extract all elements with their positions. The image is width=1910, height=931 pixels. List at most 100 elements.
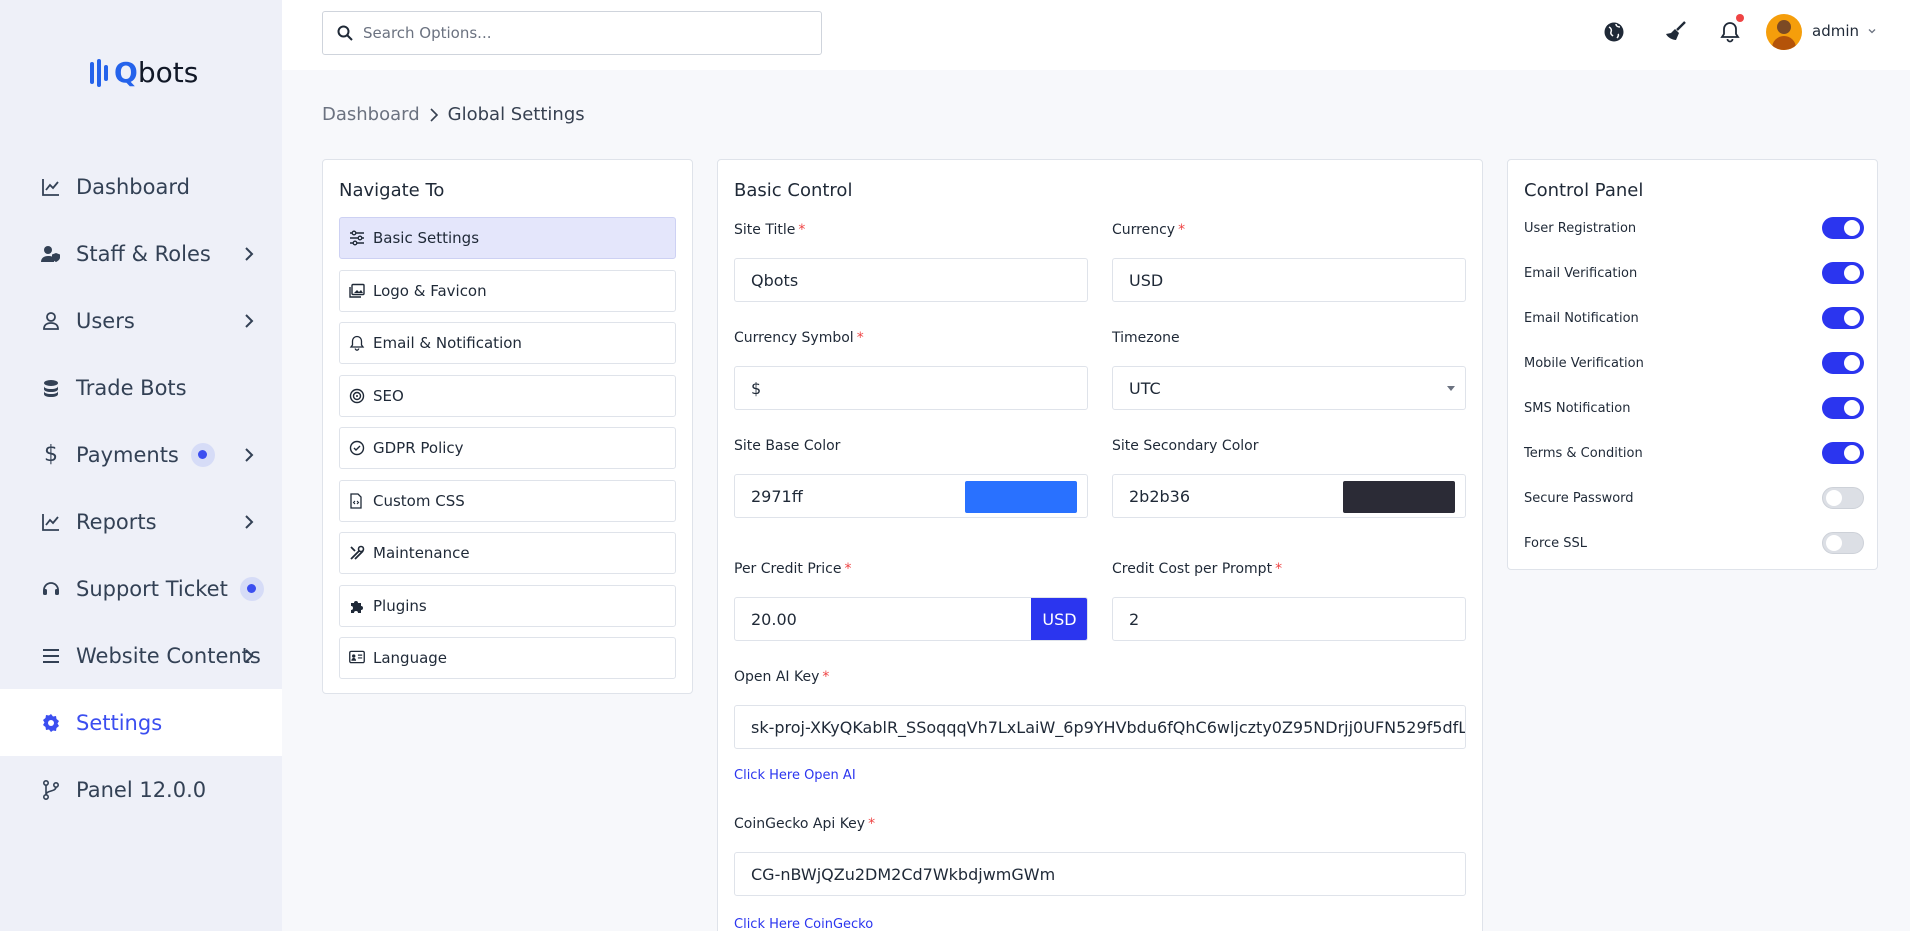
- puzzle-icon: [349, 598, 365, 614]
- notification-dot: [190, 442, 215, 467]
- sidebar-item-payments[interactable]: $ Payments: [0, 421, 282, 488]
- toggle-label: Mobile Verification: [1524, 355, 1644, 371]
- coingecko-key-input[interactable]: CG-nBWjQZu2DM2Cd7WkbdjwmGWm: [734, 852, 1466, 896]
- site-secondary-color-input[interactable]: 2b2b36: [1112, 474, 1466, 518]
- images-icon: [349, 283, 365, 299]
- secure-password-toggle[interactable]: [1822, 487, 1864, 509]
- toggle-label: Secure Password: [1524, 490, 1634, 506]
- sidebar-item-reports[interactable]: Reports: [0, 488, 282, 555]
- currency-symbol-input[interactable]: $: [734, 366, 1088, 410]
- brand-name-q: Q: [114, 56, 138, 89]
- user-name: admin: [1812, 22, 1859, 40]
- toggle-label: User Registration: [1524, 220, 1637, 236]
- site-title-label: Site Title *: [734, 222, 806, 238]
- sms-notification-toggle[interactable]: [1822, 397, 1864, 419]
- site-base-color-input[interactable]: 2971ff: [734, 474, 1088, 518]
- toggle-label: Terms & Condition: [1524, 445, 1643, 461]
- broom-icon[interactable]: [1664, 20, 1688, 44]
- settings-nav-list: Basic Settings Logo & Favicon Email & No…: [339, 217, 676, 690]
- nav-link-plugins[interactable]: Plugins: [339, 584, 676, 627]
- avatar[interactable]: [1766, 14, 1802, 50]
- mobile-verification-toggle[interactable]: [1822, 352, 1864, 374]
- openai-link[interactable]: Click Here Open AI: [734, 768, 856, 783]
- card-title: Navigate To: [339, 180, 445, 201]
- chevron-right-icon: [245, 447, 254, 462]
- site-base-color-label: Site Base Color: [734, 438, 841, 454]
- toggle-row-email-verification: Email Verification: [1524, 261, 1864, 285]
- file-code-icon: [349, 492, 365, 509]
- per-credit-price-value: 20.00: [751, 609, 797, 629]
- sliders-icon: [349, 230, 365, 246]
- chart-line-icon: [40, 176, 62, 198]
- email-verification-toggle[interactable]: [1822, 262, 1864, 284]
- per-credit-price-label: Per Credit Price *: [734, 561, 852, 577]
- terms-condition-toggle[interactable]: [1822, 442, 1864, 464]
- force-ssl-toggle[interactable]: [1822, 532, 1864, 554]
- breadcrumb-home[interactable]: Dashboard: [322, 104, 420, 125]
- search-icon: [337, 25, 353, 41]
- gear-icon: [40, 712, 62, 734]
- timezone-select[interactable]: UTC: [1112, 366, 1466, 410]
- email-notification-toggle[interactable]: [1822, 307, 1864, 329]
- nav-link-label: Logo & Favicon: [373, 281, 487, 300]
- nav-link-gdpr-policy[interactable]: GDPR Policy: [339, 427, 676, 469]
- sidebar-item-staff-roles[interactable]: Staff & Roles: [0, 220, 282, 287]
- toggle-row-email-notification: Email Notification: [1524, 306, 1864, 330]
- currency-input[interactable]: USD: [1112, 258, 1466, 302]
- per-credit-price-input[interactable]: 20.00 USD: [734, 597, 1088, 641]
- nav-link-email-notification[interactable]: Email & Notification: [339, 322, 676, 364]
- site-secondary-color-label: Site Secondary Color: [1112, 438, 1259, 454]
- sidebar-item-label: Staff & Roles: [76, 241, 211, 266]
- chevron-right-icon: [245, 648, 254, 663]
- brand-logo[interactable]: Qbots: [90, 56, 198, 89]
- site-base-color-swatch[interactable]: [965, 481, 1077, 513]
- nav-link-custom-css[interactable]: Custom CSS: [339, 479, 676, 522]
- nav-link-basic-settings[interactable]: Basic Settings: [339, 217, 676, 259]
- menu-icon: [40, 645, 62, 667]
- sidebar-item-settings[interactable]: Settings: [0, 689, 282, 756]
- user-shield-icon: [40, 243, 62, 265]
- bell-icon: [349, 335, 365, 351]
- sidebar-item-users[interactable]: Users: [0, 287, 282, 354]
- credit-cost-input[interactable]: 2: [1112, 597, 1466, 641]
- sidebar-item-label: Reports: [76, 509, 157, 534]
- nav-link-language[interactable]: Language: [339, 637, 676, 679]
- openai-key-input[interactable]: sk-proj-XKyQKablR_SSoqqqVh7LxLaiW_6p9YHV…: [734, 705, 1466, 749]
- logo-mark-icon: [90, 58, 108, 87]
- chevron-down-icon: [1868, 29, 1876, 34]
- search-input[interactable]: [363, 24, 803, 42]
- sidebar-item-support-ticket[interactable]: Support Ticket: [0, 555, 282, 622]
- toggle-row-user-registration: User Registration: [1524, 216, 1864, 240]
- chevron-right-icon: [245, 514, 254, 529]
- site-base-color-value: 2971ff: [751, 486, 803, 506]
- search-box[interactable]: [322, 11, 822, 55]
- sidebar-item-panel-version[interactable]: Panel 12.0.0: [0, 756, 282, 823]
- breadcrumb-current: Global Settings: [447, 104, 585, 125]
- nav-link-logo-favicon[interactable]: Logo & Favicon: [339, 269, 676, 312]
- nav-link-label: Language: [373, 649, 448, 667]
- user-menu[interactable]: admin: [1812, 22, 1877, 40]
- user-registration-toggle[interactable]: [1822, 217, 1864, 239]
- nav-link-maintenance[interactable]: Maintenance: [339, 532, 676, 574]
- nav-link-seo[interactable]: SEO: [339, 374, 676, 417]
- navigate-to-card: Navigate To Basic Settings Logo & Favico…: [322, 159, 693, 694]
- sidebar-item-website-contents[interactable]: Website Contents: [0, 622, 282, 689]
- check-circle-icon: [349, 440, 365, 456]
- tools-icon: [349, 545, 365, 561]
- toggle-label: Email Verification: [1524, 265, 1638, 281]
- sidebar-item-trade-bots[interactable]: Trade Bots: [0, 354, 282, 421]
- timezone-value: UTC: [1129, 378, 1161, 398]
- bell-icon[interactable]: [1718, 14, 1744, 44]
- globe-icon[interactable]: [1602, 20, 1626, 44]
- sidebar-item-dashboard[interactable]: Dashboard: [0, 153, 282, 220]
- coingecko-link[interactable]: Click Here CoinGecko: [734, 917, 873, 931]
- toggle-row-terms-condition: Terms & Condition: [1524, 441, 1864, 465]
- nav-link-label: Custom CSS: [373, 491, 465, 510]
- notification-dot: [239, 576, 264, 601]
- site-title-input[interactable]: Qbots: [734, 258, 1088, 302]
- sidebar-item-label: Settings: [76, 710, 163, 735]
- breadcrumb: Dashboard Global Settings: [322, 104, 585, 125]
- site-secondary-color-swatch[interactable]: [1343, 481, 1455, 513]
- toggle-label: Force SSL: [1524, 535, 1588, 551]
- caret-down-icon: [1447, 386, 1455, 391]
